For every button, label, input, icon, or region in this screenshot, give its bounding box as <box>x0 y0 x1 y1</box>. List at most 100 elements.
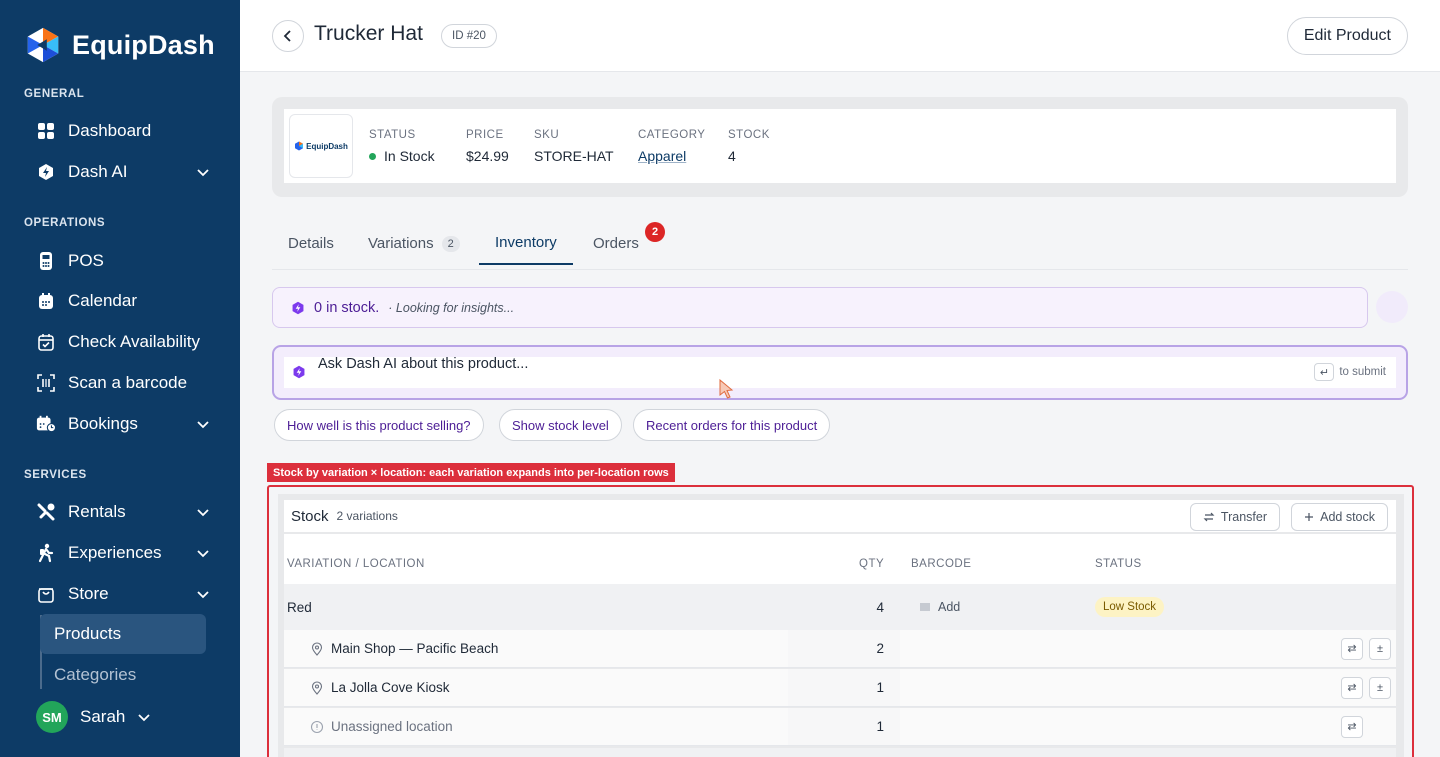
nav-rentals[interactable]: Rentals <box>36 497 210 527</box>
nav-store-products[interactable]: Products <box>40 614 206 654</box>
chevron-down-icon[interactable] <box>196 587 210 601</box>
nav-pos[interactable]: POS <box>36 246 210 276</box>
category-label: CATEGORY <box>638 129 706 141</box>
suggestion-chip-orders[interactable]: Recent orders for this product <box>633 409 831 441</box>
nav-experiences[interactable]: Experiences <box>36 538 210 568</box>
bookings-icon <box>36 414 56 434</box>
col-barcode: BARCODE <box>911 558 972 570</box>
chevron-down-icon[interactable] <box>196 505 210 519</box>
product-summary: EquipDash STATUS In Stock PRICE $24.99 S… <box>284 109 1396 183</box>
stock-label: STOCK <box>728 129 770 141</box>
calendar-icon <box>36 291 56 311</box>
product-summary-card: EquipDash STATUS In Stock PRICE $24.99 S… <box>272 97 1408 197</box>
nav-dash-ai-label: Dash AI <box>68 162 128 181</box>
submit-hint: ↵ to submit <box>1314 363 1386 381</box>
location-name-text: Unassigned location <box>331 719 453 734</box>
table-row[interactable] <box>284 748 1396 757</box>
add-stock-label: Add stock <box>1320 510 1375 524</box>
transfer-row-button[interactable]: ⇄ <box>1341 676 1363 699</box>
chevron-left-icon <box>283 30 291 42</box>
nav-store-categories[interactable]: Categories <box>40 655 206 695</box>
chevron-down-icon[interactable] <box>196 546 210 560</box>
nav-dash-ai[interactable]: Dash AI <box>36 157 210 187</box>
transfer-row-button[interactable]: ⇄ <box>1341 715 1363 738</box>
tab-details[interactable]: Details <box>272 222 350 265</box>
table-row[interactable]: Red 4 Add Low Stock <box>284 584 1396 630</box>
adjust-row-button[interactable]: ± <box>1369 676 1391 699</box>
shopping-bag-icon <box>36 584 56 604</box>
meta-sku: SKU STORE-HAT <box>534 129 614 164</box>
insight-main: 0 in stock. <box>314 299 380 316</box>
avatar: SM <box>36 701 68 733</box>
user-menu[interactable]: SM Sarah <box>36 701 151 733</box>
nav-rentals-label: Rentals <box>68 502 126 521</box>
nav-scan-barcode[interactable]: Scan a barcode <box>36 368 210 398</box>
tab-orders-label: Orders <box>593 235 639 252</box>
table-row: Unassigned location 1 ⇄ <box>284 708 1396 746</box>
back-button[interactable] <box>272 20 304 52</box>
equipdash-logo-icon <box>27 27 59 63</box>
tab-details-label: Details <box>288 235 334 252</box>
nav-check-availability[interactable]: Check Availability <box>36 327 210 357</box>
meta-stock: STOCK 4 <box>728 129 770 164</box>
location-name: Main Shop — Pacific Beach <box>310 641 498 656</box>
meta-status: STATUS In Stock <box>369 129 435 164</box>
map-pin-icon <box>311 641 323 656</box>
transfer-label: Transfer <box>1220 510 1267 524</box>
col-status: STATUS <box>1095 558 1142 570</box>
chevron-down-icon[interactable] <box>196 417 210 431</box>
calendar-check-icon <box>36 332 56 352</box>
rentals-tools-icon <box>36 502 56 522</box>
section-operations: OPERATIONS <box>24 217 106 229</box>
status-label: STATUS <box>369 129 416 141</box>
price-label: PRICE <box>466 129 504 141</box>
adjust-row-button[interactable]: ± <box>1369 637 1391 660</box>
product-thumbnail: EquipDash <box>289 114 353 178</box>
nav-store[interactable]: Store <box>36 579 210 609</box>
suggestion-chip-selling[interactable]: How well is this product selling? <box>274 409 484 441</box>
ai-insight-bar: 0 in stock. · Looking for insights... <box>272 287 1368 328</box>
tab-orders[interactable]: Orders <box>577 222 655 265</box>
transfer-arrows-icon <box>1203 512 1215 522</box>
sku-value: STORE-HAT <box>534 148 614 164</box>
tab-variations[interactable]: Variations 2 <box>352 222 476 265</box>
barcode-icon <box>920 603 930 611</box>
transfer-row-button[interactable]: ⇄ <box>1341 637 1363 660</box>
nav-bookings[interactable]: Bookings <box>36 409 210 439</box>
col-qty: QTY <box>859 558 885 570</box>
edit-product-button[interactable]: Edit Product <box>1286 17 1408 55</box>
brand[interactable]: EquipDash <box>24 26 215 64</box>
location-qty: 1 <box>876 680 884 695</box>
add-barcode-link[interactable]: Add <box>920 600 960 614</box>
category-link[interactable]: Apparel <box>638 148 705 164</box>
annotation-label: Stock by variation × location: each vari… <box>267 463 675 482</box>
chevron-down-icon <box>138 714 151 722</box>
section-services: SERVICES <box>24 469 87 481</box>
nav-experiences-label: Experiences <box>68 543 162 562</box>
nav-check-availability-label: Check Availability <box>68 332 200 351</box>
ask-input-text: Ask Dash AI about this product... <box>318 356 529 372</box>
brand-name: EquipDash <box>72 29 215 60</box>
dash-ai-icon <box>293 365 305 379</box>
insight-action-button[interactable] <box>1376 291 1408 323</box>
location-name: La Jolla Cove Kiosk <box>310 680 450 695</box>
table-row: Main Shop — Pacific Beach 2 ⇄ ± <box>284 630 1396 668</box>
product-tabs: Details Variations 2 Inventory Orders 2 <box>272 222 1408 270</box>
suggestion-chip-stock[interactable]: Show stock level <box>499 409 622 441</box>
nav-dashboard-label: Dashboard <box>68 121 152 140</box>
location-qty: 1 <box>876 719 884 734</box>
enter-key-icon: ↵ <box>1314 363 1335 381</box>
nav-calendar[interactable]: Calendar <box>36 286 210 316</box>
tab-variations-label: Variations <box>368 235 434 252</box>
status-value: In Stock <box>369 148 435 164</box>
nav-dashboard[interactable]: Dashboard <box>36 116 210 146</box>
add-stock-button[interactable]: Add stock <box>1291 503 1388 531</box>
insight-sub: · Looking for insights... <box>388 300 515 315</box>
tab-inventory[interactable]: Inventory <box>479 222 573 265</box>
chevron-down-icon[interactable] <box>196 165 210 179</box>
variation-qty: 4 <box>876 599 884 615</box>
ask-input[interactable]: Ask Dash AI about this product... ↵ to s… <box>284 356 1396 388</box>
nav-bookings-label: Bookings <box>68 414 138 433</box>
dash-ai-icon <box>292 301 304 314</box>
transfer-button[interactable]: Transfer <box>1189 503 1280 531</box>
